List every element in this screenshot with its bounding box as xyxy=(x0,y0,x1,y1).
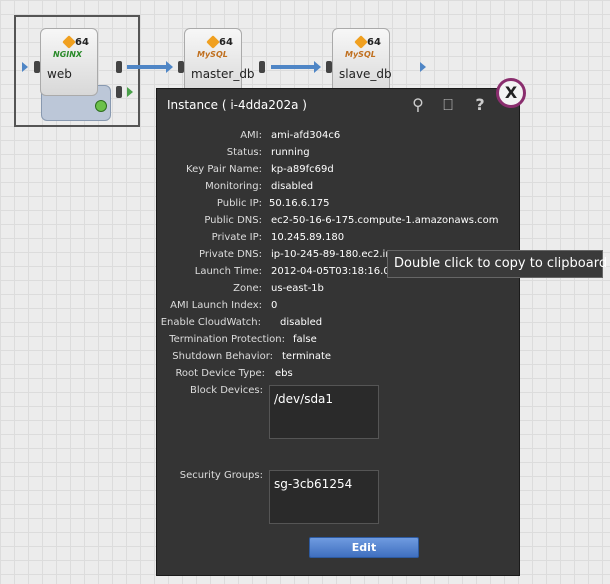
node-bits: 64 xyxy=(219,37,233,48)
block-devices-value: /dev/sda1 xyxy=(274,392,334,406)
field-key: Root Device Type: xyxy=(175,368,265,379)
field-row[interactable]: Status: running xyxy=(157,147,310,161)
aws-cube-icon xyxy=(206,35,220,49)
mysql-logo: MySQL xyxy=(197,50,228,59)
field-row[interactable]: Private DNS: ip-10-245-89-180.ec2.inte xyxy=(157,249,402,263)
field-row[interactable]: Public DNS: ec2-50-16-6-175.compute-1.ama… xyxy=(157,215,498,229)
status-dot xyxy=(95,100,107,112)
node-label: web xyxy=(47,67,72,81)
field-row[interactable]: Monitoring: disabled xyxy=(157,181,313,195)
field-value[interactable]: disabled xyxy=(280,317,322,328)
node-bits: 64 xyxy=(367,37,381,48)
field-row[interactable]: Zone: us-east-1b xyxy=(157,283,324,297)
node-master-db[interactable]: 64 MySQL master_db xyxy=(184,28,255,96)
nginx-logo: NGINX xyxy=(53,50,83,59)
instance-panel: Instance ( i-4dda202a ) ⚲ ⎕ ? AMI: ami-af… xyxy=(156,88,520,576)
field-row[interactable]: Launch Time: 2012-04-05T03:18:16.000 xyxy=(157,266,403,280)
field-value[interactable]: 2012-04-05T03:18:16.000 xyxy=(271,266,402,277)
field-key: Launch Time: xyxy=(194,266,262,277)
aws-cube-icon xyxy=(354,35,368,49)
block-devices-box[interactable]: /dev/sda1 xyxy=(269,385,379,439)
field-value[interactable]: ip-10-245-89-180.ec2.inte xyxy=(271,249,402,260)
port-left-master[interactable] xyxy=(178,61,184,73)
field-key: Termination Protection: xyxy=(169,334,285,345)
aws-cube-icon xyxy=(62,35,76,49)
field-key: Private DNS: xyxy=(199,249,262,260)
input-arrow-web xyxy=(22,62,28,72)
field-row[interactable]: Shutdown Behavior: terminate xyxy=(157,351,331,365)
field-value[interactable]: us-east-1b xyxy=(271,283,324,294)
port-right-web[interactable] xyxy=(116,61,122,73)
field-value[interactable]: ebs xyxy=(275,368,293,379)
field-row[interactable]: Enable CloudWatch: disabled xyxy=(157,317,322,331)
field-value[interactable]: false xyxy=(293,334,317,345)
field-key: Shutdown Behavior: xyxy=(172,351,273,362)
port-left-slave[interactable] xyxy=(326,61,332,73)
node-slave-db[interactable]: 64 MySQL slave_db xyxy=(332,28,392,96)
close-button[interactable]: X xyxy=(496,78,526,108)
output-arrow-web xyxy=(127,87,133,97)
node-bits: 64 xyxy=(75,37,89,48)
field-value[interactable]: kp-a89fc69d xyxy=(271,164,334,175)
connector-master-slave[interactable] xyxy=(271,61,321,73)
panel-title: Instance ( i-4dda202a ) xyxy=(167,98,307,112)
help-icon[interactable]: ? xyxy=(470,95,490,115)
field-key: Enable CloudWatch: xyxy=(160,317,261,328)
field-value[interactable]: ami-afd304c6 xyxy=(271,130,340,141)
field-value[interactable]: 0 xyxy=(271,300,277,311)
pin-icon[interactable]: ⚲ xyxy=(408,95,428,115)
mysql-logo: MySQL xyxy=(345,50,376,59)
field-row[interactable]: Private IP: 10.245.89.180 xyxy=(157,232,345,246)
field-row[interactable]: AMI: ami-afd304c6 xyxy=(157,130,340,144)
output-arrow-slave xyxy=(420,62,426,72)
security-groups-box[interactable]: sg-3cb61254 xyxy=(269,470,379,524)
field-key: Zone: xyxy=(233,283,262,294)
field-value[interactable]: disabled xyxy=(271,181,313,192)
field-key: Public DNS: xyxy=(204,215,262,226)
field-key: AMI Launch Index: xyxy=(170,300,262,311)
panel-header: Instance ( i-4dda202a ) ⚲ ⎕ ? xyxy=(157,89,519,121)
field-key: Key Pair Name: xyxy=(186,164,262,175)
connector-web-master[interactable] xyxy=(127,61,173,73)
field-value[interactable]: 10.245.89.180 xyxy=(271,232,344,243)
port-left-web[interactable] xyxy=(34,61,40,73)
node-label: master_db xyxy=(191,67,255,81)
copy-tooltip: Double click to copy to clipboard xyxy=(387,250,607,278)
security-groups-value: sg-3cb61254 xyxy=(274,477,353,491)
field-row[interactable]: AMI Launch Index: 0 xyxy=(157,300,277,314)
node-label: slave_db xyxy=(339,67,392,81)
port-right-web-2[interactable] xyxy=(116,86,122,98)
field-row[interactable]: Root Device Type: ebs xyxy=(157,368,292,382)
field-key: Monitoring: xyxy=(205,181,262,192)
field-key: AMI: xyxy=(240,130,262,141)
field-value[interactable]: ec2-50-16-6-175.compute-1.amazonaws.com xyxy=(271,215,499,226)
field-row[interactable]: Termination Protection: false xyxy=(157,334,317,348)
field-value[interactable]: 50.16.6.175 xyxy=(269,198,329,209)
field-key: Private IP: xyxy=(211,232,262,243)
field-key: Status: xyxy=(226,147,262,158)
port-right-master[interactable] xyxy=(259,61,265,73)
edit-button[interactable]: Edit xyxy=(309,537,419,558)
node-web[interactable]: 64 NGINX web xyxy=(40,28,98,96)
field-row[interactable]: Key Pair Name: kp-a89fc69d xyxy=(157,164,334,178)
console-icon[interactable]: ⎕ xyxy=(438,95,458,115)
field-row[interactable]: Public IP: 50.16.6.175 xyxy=(157,198,330,212)
field-key: Public IP: xyxy=(216,198,262,209)
field-value[interactable]: running xyxy=(271,147,310,158)
field-value[interactable]: terminate xyxy=(282,351,331,362)
